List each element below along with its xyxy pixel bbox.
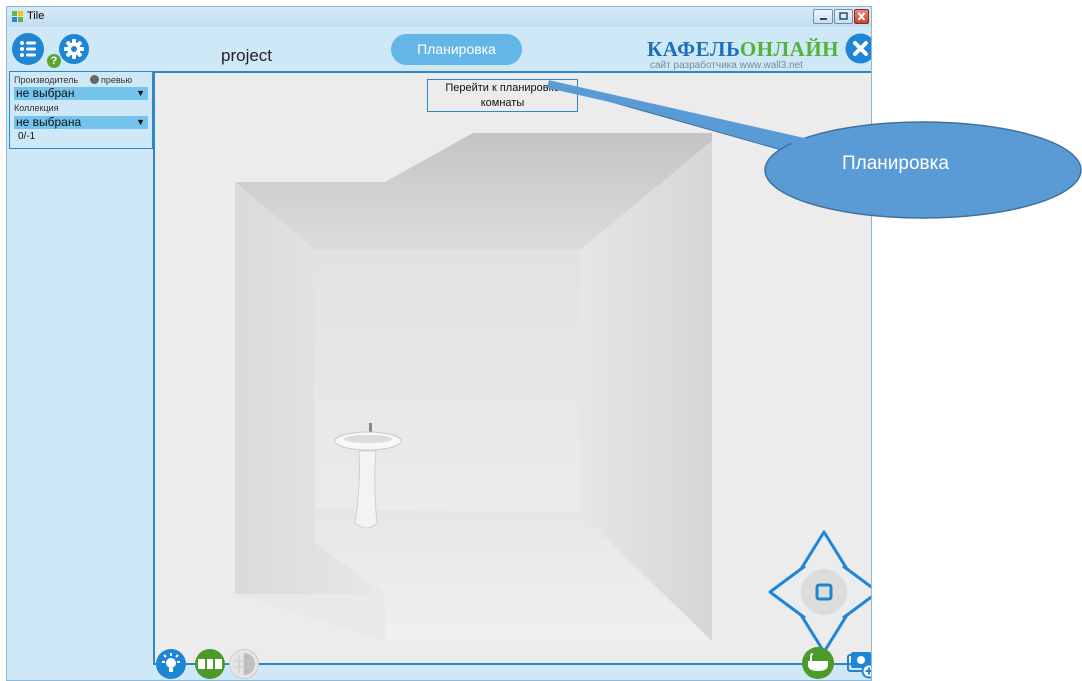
callout-overlay (547, 80, 1082, 219)
callout-text: Планировка (842, 153, 949, 174)
